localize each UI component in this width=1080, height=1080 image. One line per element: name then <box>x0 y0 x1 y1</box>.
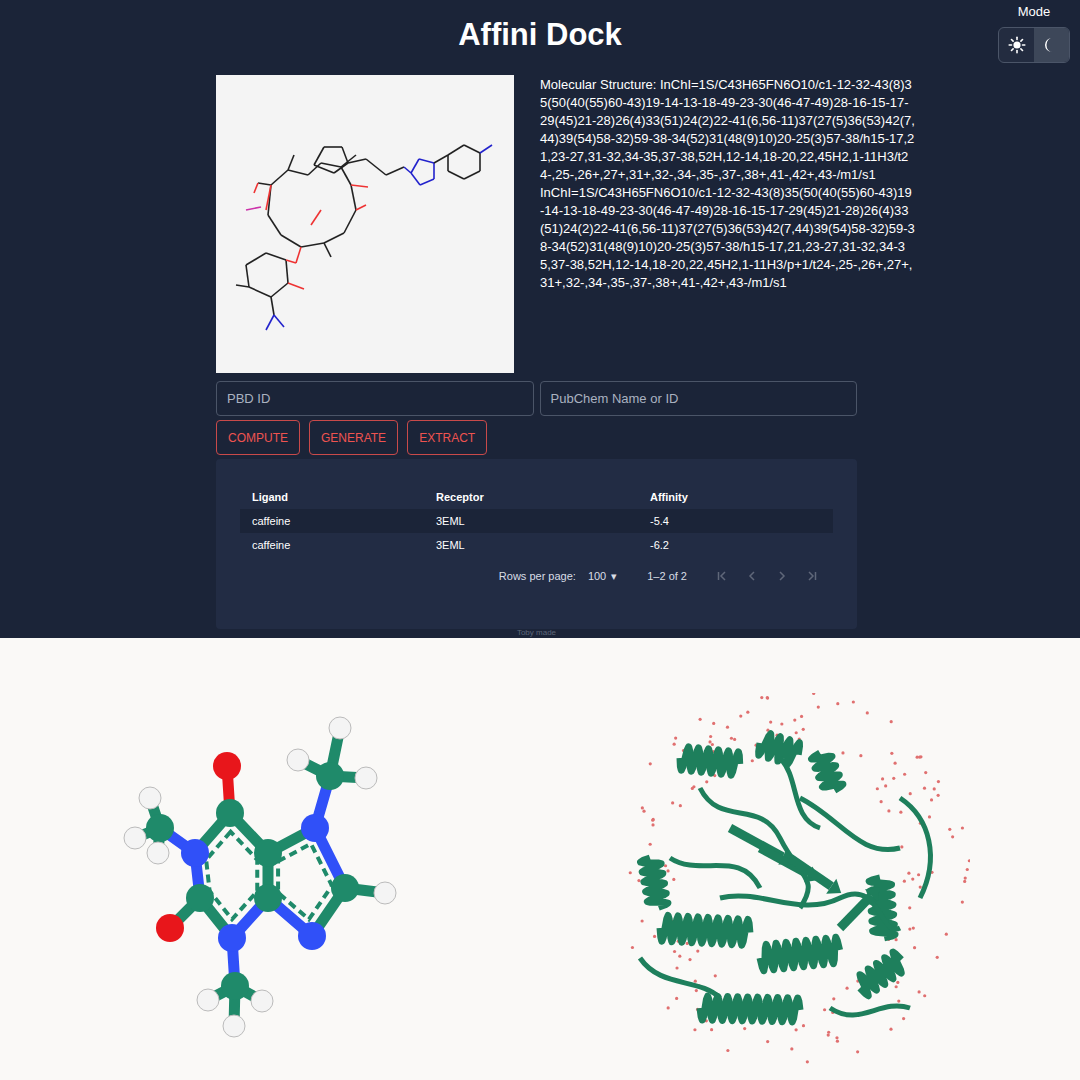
app-title: Affini Dock <box>0 14 1080 75</box>
table-cell: -5.4 <box>638 509 833 533</box>
action-button[interactable]: COMPUTE <box>216 420 300 455</box>
table-cell: caffeine <box>240 509 424 533</box>
mode-toggle: Mode <box>998 4 1070 63</box>
first-icon <box>715 569 729 583</box>
last-page-button[interactable] <box>797 564 827 588</box>
last-icon <box>805 569 819 583</box>
action-button[interactable]: GENERATE <box>309 420 398 455</box>
molecule-image <box>216 75 514 373</box>
footer-credit: Toby made <box>216 629 857 637</box>
header-row: LigandReceptorAffinity <box>240 485 833 509</box>
table-row[interactable]: caffeine3EML-5.4 <box>240 509 833 533</box>
caret-icon: ▾ <box>611 570 617 583</box>
table-cell: 3EML <box>424 509 638 533</box>
rows-per-page-label: Rows per page: <box>499 570 576 582</box>
mode-group <box>998 27 1070 63</box>
pdb-id-input[interactable] <box>216 381 534 416</box>
column-header[interactable]: Ligand <box>240 485 424 509</box>
moon-icon <box>1043 36 1061 54</box>
rows-per-page-select[interactable]: 100▾ <box>588 570 617 583</box>
pagination: Rows per page: 100▾ 1–2 of 2 <box>240 557 833 595</box>
molecular-structure: Molecular Structure: InChI=1S/C43H65FN6O… <box>540 75 915 373</box>
results-table: LigandReceptorAffinitycaffeine3EML-5.4ca… <box>240 485 833 557</box>
next-page-button[interactable] <box>767 564 797 588</box>
table-cell: -6.2 <box>638 533 833 557</box>
header-section: Affini DockMode Molecular Structure: InCh… <box>0 0 1080 638</box>
pubchem-input[interactable] <box>540 381 858 416</box>
prev-page-button[interactable] <box>737 564 767 588</box>
page-range: 1–2 of 2 <box>647 570 687 582</box>
column-header[interactable]: Affinity <box>638 485 833 509</box>
first-page-button[interactable] <box>707 564 737 588</box>
action-button[interactable]: EXTRACT <box>407 420 487 455</box>
viewer-section <box>0 638 1080 1080</box>
next-icon <box>775 569 789 583</box>
sun-icon <box>1008 36 1026 54</box>
table-cell: 3EML <box>424 533 638 557</box>
prev-icon <box>745 569 759 583</box>
inchi-text: InChI=1S/C43H65FN6O10/c1-12-32-43(8)35(5… <box>540 77 915 182</box>
dark-mode-button[interactable] <box>1034 28 1069 62</box>
receptor-viewer[interactable] <box>590 693 970 1077</box>
mode-label: Mode <box>1018 4 1051 20</box>
inchi-text: InChI=1S/C43H65FN6O10/c1-12-32-43(8)35(5… <box>540 184 915 292</box>
table-cell: caffeine <box>240 533 424 557</box>
column-header[interactable]: Receptor <box>424 485 638 509</box>
results-panel: LigandReceptorAffinitycaffeine3EML-5.4ca… <box>216 459 857 629</box>
light-mode-button[interactable] <box>999 28 1034 62</box>
table-row[interactable]: caffeine3EML-6.2 <box>240 533 833 557</box>
ligand-viewer[interactable] <box>120 698 420 1062</box>
